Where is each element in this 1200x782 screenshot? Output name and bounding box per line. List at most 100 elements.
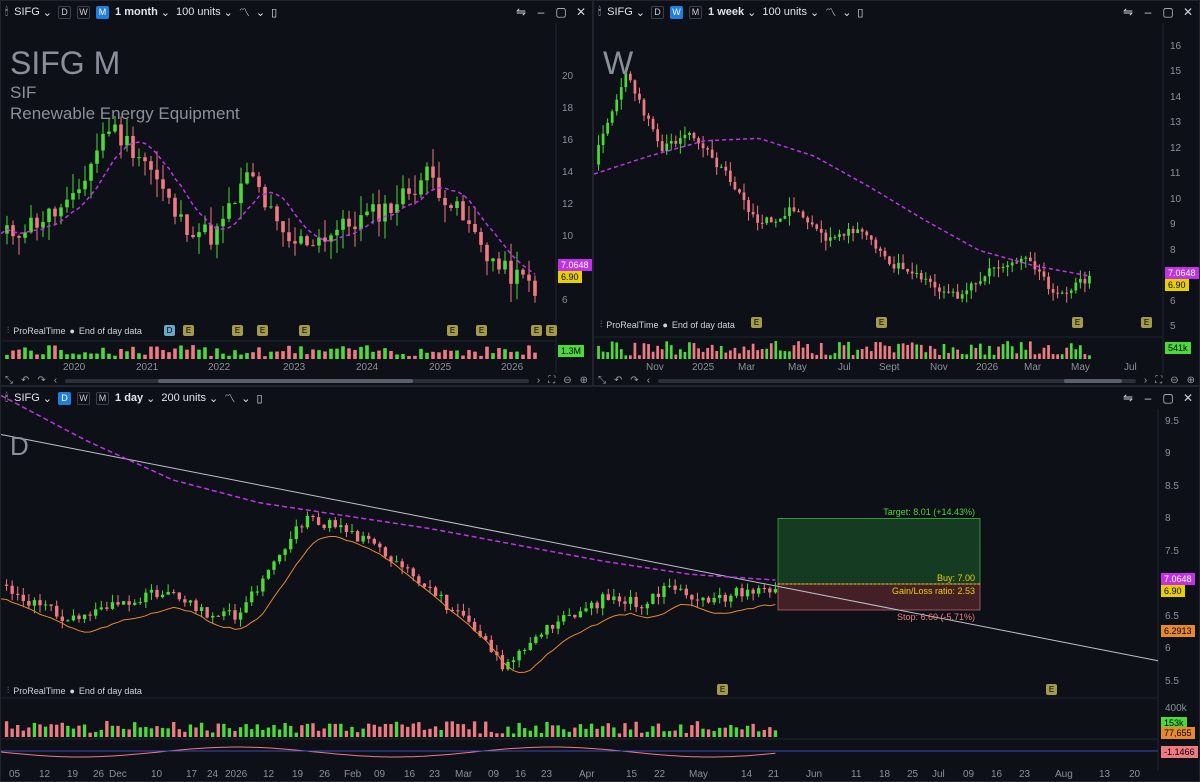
undo-icon[interactable]: ↶ bbox=[21, 375, 29, 385]
time-axis-label: Mar bbox=[1024, 362, 1042, 373]
volume-bar bbox=[82, 724, 87, 737]
scrollbar[interactable] bbox=[65, 378, 529, 383]
candle-body bbox=[293, 241, 297, 244]
volume-bar bbox=[417, 722, 421, 737]
scroll-right-icon[interactable]: › bbox=[537, 375, 540, 385]
fit-icon[interactable]: ⛶ bbox=[1155, 375, 1162, 385]
scrollbar[interactable] bbox=[658, 378, 1136, 383]
candle-body bbox=[738, 189, 741, 193]
candle-body bbox=[833, 236, 837, 238]
candle-body bbox=[305, 515, 310, 528]
volume-bar bbox=[205, 730, 209, 737]
zoom-out-icon[interactable]: ⊖ bbox=[1170, 375, 1178, 385]
scroll-left-icon[interactable]: ‹ bbox=[54, 375, 57, 385]
dividend-event-icon[interactable]: D bbox=[164, 325, 175, 336]
volume-tag: 541k bbox=[1165, 342, 1191, 354]
volume-bar bbox=[29, 350, 33, 359]
time-axis-label: 2026 bbox=[225, 769, 248, 780]
redo-icon[interactable]: ↷ bbox=[37, 375, 45, 385]
volume-bar bbox=[250, 729, 254, 737]
volume-bar bbox=[328, 723, 332, 737]
candle-body bbox=[779, 218, 782, 222]
volume-bar bbox=[734, 727, 739, 737]
volume-bar bbox=[257, 347, 261, 359]
candle-body bbox=[673, 585, 677, 590]
volume-bar bbox=[742, 346, 746, 359]
draw-icon[interactable]: ⤡ bbox=[5, 375, 13, 385]
earnings-event-icon[interactable]: E bbox=[257, 325, 268, 336]
volume-bar bbox=[683, 351, 687, 359]
volume-bar bbox=[55, 724, 59, 737]
volume-bar bbox=[77, 725, 81, 737]
earnings-event-icon[interactable]: E bbox=[546, 325, 557, 336]
earnings-event-icon[interactable]: E bbox=[717, 684, 728, 695]
moving-average-line bbox=[1, 141, 536, 275]
time-axis-label: 14 bbox=[741, 769, 753, 780]
volume-bar bbox=[888, 346, 891, 359]
volume-bar bbox=[251, 352, 255, 359]
zoom-in-icon[interactable]: ⊕ bbox=[1187, 375, 1195, 385]
candle-body bbox=[455, 201, 459, 208]
volume-bar bbox=[299, 346, 303, 359]
earnings-event-icon[interactable]: E bbox=[232, 325, 243, 336]
volume-bar bbox=[992, 354, 996, 359]
time-axis-label: 05 bbox=[9, 769, 21, 780]
candle-body bbox=[983, 276, 987, 282]
draw-icon[interactable]: ⤡ bbox=[598, 375, 606, 385]
volume-bar bbox=[729, 725, 733, 737]
zoom-in-icon[interactable]: ⊕ bbox=[580, 375, 588, 385]
candle-body bbox=[701, 143, 705, 149]
time-axis-label: Aug bbox=[1055, 769, 1073, 780]
time-axis-label: 15 bbox=[626, 769, 638, 780]
volume-bar bbox=[71, 728, 76, 737]
candle-body bbox=[10, 585, 14, 594]
candle-body bbox=[277, 554, 282, 562]
candle-body bbox=[706, 148, 709, 150]
candle-body bbox=[773, 588, 778, 593]
candle-body bbox=[322, 524, 326, 529]
scroll-right-icon[interactable]: › bbox=[1144, 375, 1147, 385]
volume-bar bbox=[316, 730, 321, 737]
earnings-event-icon[interactable]: E bbox=[751, 317, 762, 328]
volume-bar bbox=[344, 730, 349, 737]
scroll-left-icon[interactable]: ‹ bbox=[647, 375, 650, 385]
volume-bar bbox=[815, 354, 819, 359]
volume-bar bbox=[467, 350, 471, 359]
undo-icon[interactable]: ↶ bbox=[614, 375, 622, 385]
volume-bar bbox=[819, 342, 823, 359]
earnings-event-icon[interactable]: E bbox=[531, 325, 542, 336]
candle-body bbox=[515, 269, 519, 284]
earnings-event-icon[interactable]: E bbox=[447, 325, 458, 336]
volume-bar bbox=[437, 352, 441, 359]
volume-bar bbox=[322, 728, 326, 737]
candle-body bbox=[155, 169, 159, 180]
volume-bar bbox=[947, 353, 950, 359]
earnings-event-icon[interactable]: E bbox=[183, 325, 194, 336]
daily-price-chart[interactable] bbox=[1, 387, 1200, 782]
earnings-event-icon[interactable]: E bbox=[1072, 317, 1083, 328]
candle-body bbox=[829, 237, 832, 241]
candle-body bbox=[601, 594, 605, 609]
earnings-event-icon[interactable]: E bbox=[1046, 684, 1057, 695]
earnings-event-icon[interactable]: E bbox=[876, 317, 887, 328]
prorealtime-logo-icon: ⫶ bbox=[600, 319, 603, 329]
earnings-event-icon[interactable]: E bbox=[476, 325, 487, 336]
candle-body bbox=[456, 610, 460, 612]
redo-icon[interactable]: ↷ bbox=[630, 375, 638, 385]
fit-icon[interactable]: ⛶ bbox=[548, 375, 555, 385]
zoom-out-icon[interactable]: ⊖ bbox=[563, 375, 571, 385]
volume-bar bbox=[619, 349, 623, 359]
volume-bar bbox=[216, 723, 220, 737]
volume-bar bbox=[272, 724, 276, 737]
price-axis-label: 10 bbox=[562, 231, 574, 242]
price-axis-label: 16 bbox=[562, 135, 574, 146]
volume-bar bbox=[942, 343, 946, 359]
volume-bar bbox=[883, 345, 887, 359]
volume-bar bbox=[125, 351, 129, 359]
candle-body bbox=[539, 634, 544, 637]
earnings-event-icon[interactable]: E bbox=[299, 325, 310, 336]
candle-body bbox=[341, 218, 345, 230]
price-axis-label: 7.5 bbox=[1165, 545, 1179, 557]
volume-bar bbox=[951, 347, 955, 359]
earnings-event-icon[interactable]: E bbox=[1141, 317, 1152, 328]
